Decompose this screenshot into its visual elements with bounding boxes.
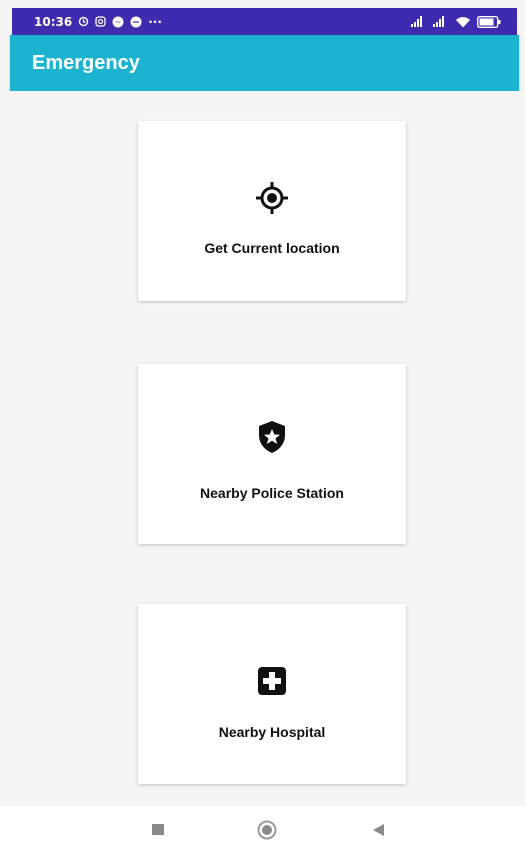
status-bar-right bbox=[411, 15, 501, 28]
more-notifications-icon: ··· bbox=[148, 14, 162, 29]
status-bar: 10:36 ··· bbox=[12, 8, 517, 35]
nearby-hospital-card[interactable]: Nearby Hospital bbox=[138, 604, 406, 784]
hospital-cross-icon bbox=[257, 666, 287, 701]
instagram-notification-icon bbox=[95, 16, 106, 27]
messenger-notification-icon bbox=[112, 16, 124, 28]
recent-apps-icon[interactable] bbox=[152, 824, 164, 835]
card-label: Get Current location bbox=[204, 240, 340, 256]
battery-icon bbox=[477, 15, 501, 28]
nearby-police-station-card[interactable]: Nearby Police Station bbox=[138, 364, 406, 544]
chat-notification-icon bbox=[130, 16, 142, 28]
alarm-notification-icon bbox=[78, 16, 89, 27]
get-current-location-card[interactable]: Get Current location bbox=[138, 121, 406, 301]
content-area: Get Current location Nearby Police Stati… bbox=[0, 91, 525, 806]
signal-icon bbox=[411, 16, 427, 27]
wifi-icon bbox=[455, 16, 471, 28]
police-shield-icon bbox=[257, 420, 287, 459]
card-label: Nearby Hospital bbox=[218, 724, 326, 740]
card-label: Nearby Police Station bbox=[200, 485, 344, 501]
app-title: Emergency bbox=[32, 52, 140, 74]
app-bar: Emergency bbox=[10, 35, 519, 91]
my-location-icon bbox=[255, 181, 289, 220]
back-icon[interactable] bbox=[372, 824, 384, 836]
home-icon[interactable] bbox=[257, 820, 277, 840]
status-bar-left: 10:36 ··· bbox=[34, 15, 162, 29]
navigation-bar bbox=[0, 806, 525, 852]
signal-icon-2 bbox=[433, 16, 449, 27]
status-time: 10:36 bbox=[34, 14, 73, 29]
